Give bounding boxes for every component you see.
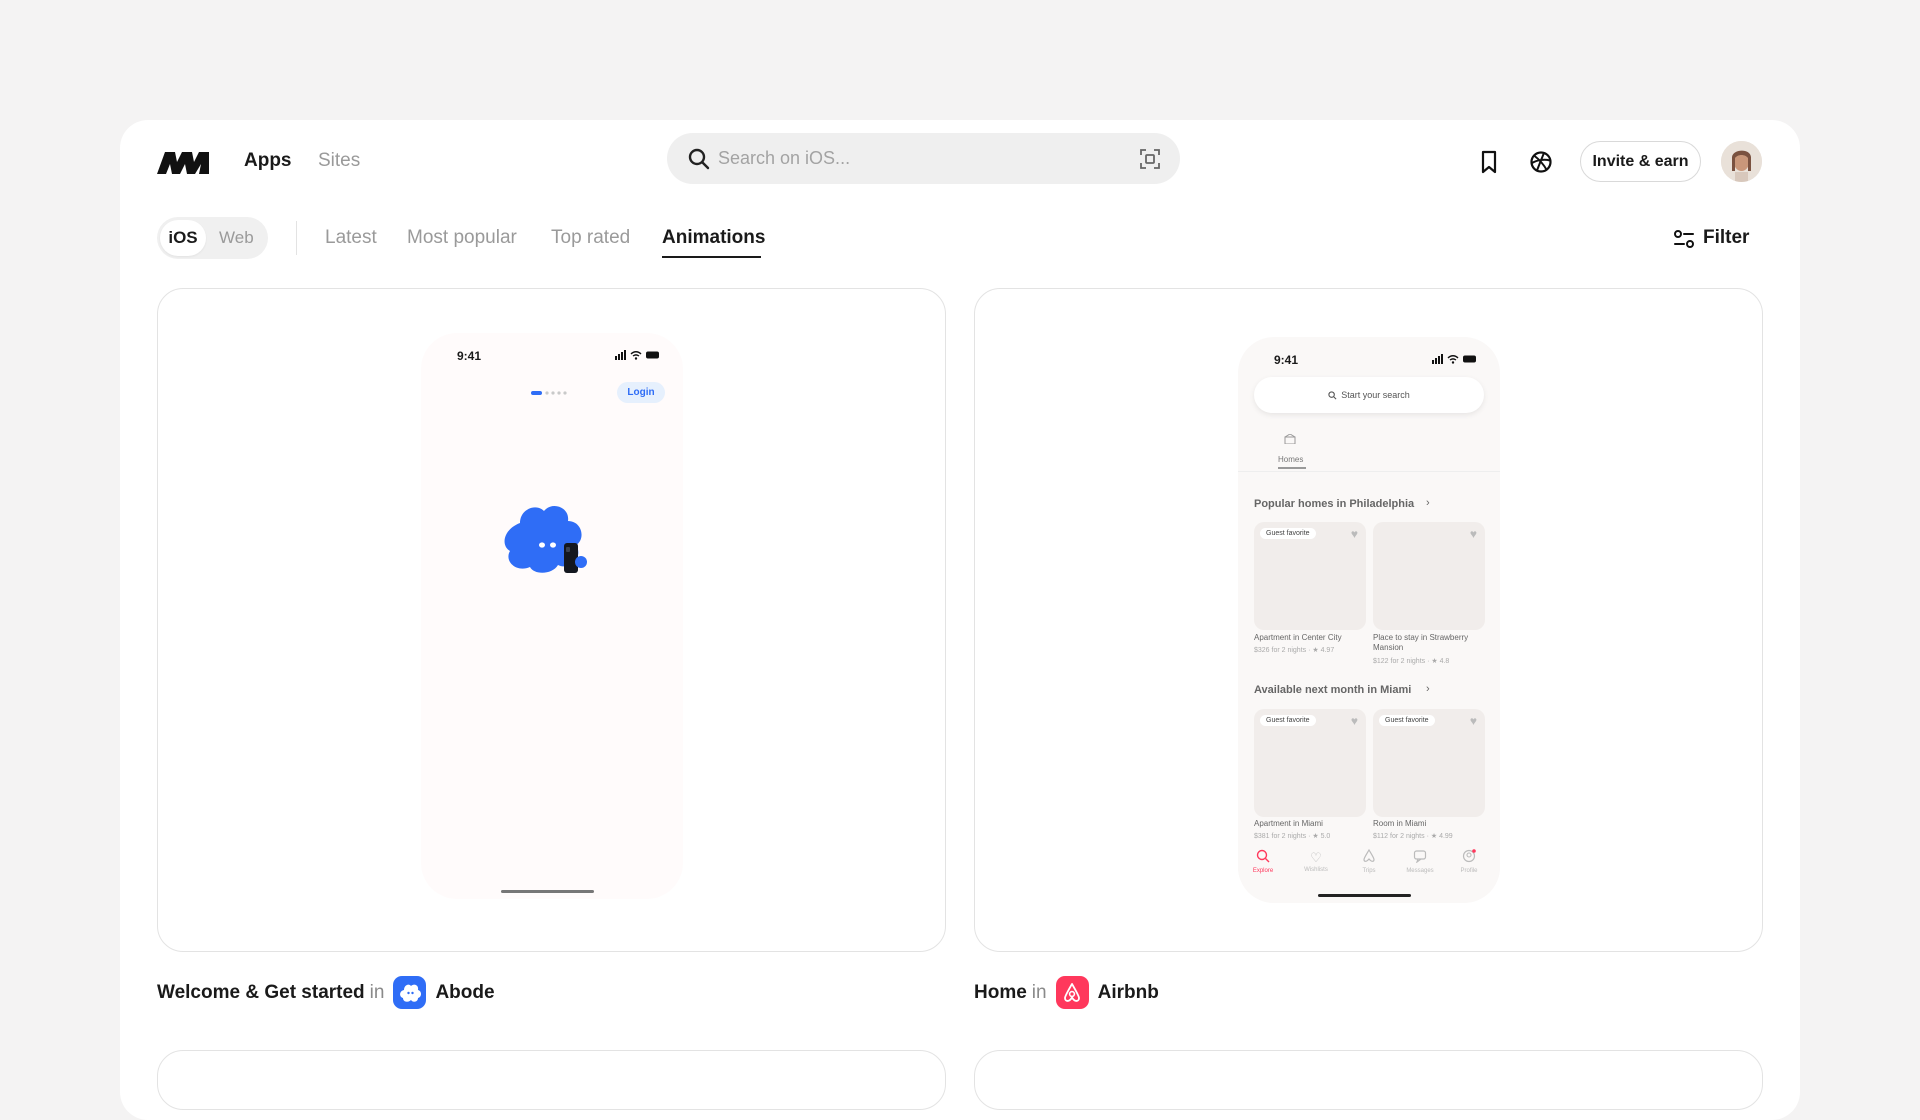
listing-meta: $326 for 2 nights · ★ 4.97 bbox=[1254, 647, 1335, 654]
divider bbox=[1238, 471, 1500, 472]
listing-name: Room in Miami bbox=[1373, 819, 1427, 828]
caption-in: in bbox=[1031, 981, 1047, 1003]
chevron-right-icon: › bbox=[1426, 497, 1430, 509]
chevron-right-icon: › bbox=[1426, 683, 1430, 695]
tabbar-explore: Explore bbox=[1246, 849, 1280, 874]
phone-preview: 9:41 Start your search Homes Popular hom… bbox=[1238, 337, 1500, 903]
status-time: 9:41 bbox=[1274, 353, 1299, 367]
guest-favorite-badge: Guest favorite bbox=[1379, 715, 1435, 726]
listing-image: ♥ bbox=[1373, 522, 1485, 630]
search-pill: Start your search bbox=[1254, 377, 1484, 413]
search-label: Start your search bbox=[1341, 390, 1410, 400]
home-indicator bbox=[501, 890, 594, 893]
heart-icon: ♥ bbox=[1350, 714, 1358, 728]
filter-button[interactable]: Filter bbox=[1703, 227, 1749, 249]
divider bbox=[296, 221, 297, 255]
mobbin-logo-icon[interactable] bbox=[157, 148, 209, 176]
airbnb-logo-icon bbox=[1363, 848, 1375, 862]
listing-name: Place to stay in Strawberry Mansion bbox=[1373, 633, 1469, 652]
dribbble-icon[interactable] bbox=[1527, 148, 1555, 176]
avatar[interactable] bbox=[1721, 141, 1762, 182]
listing-meta: $381 for 2 nights · ★ 5.0 bbox=[1254, 833, 1331, 840]
section-title-miami: Available next month in Miami bbox=[1254, 684, 1412, 696]
app-name[interactable]: Airbnb bbox=[1098, 982, 1159, 1004]
abode-app-icon bbox=[393, 976, 427, 1009]
tab-most-popular[interactable]: Most popular bbox=[407, 227, 517, 249]
search-icon bbox=[1328, 390, 1337, 399]
platform-toggle[interactable]: iOS Web bbox=[157, 217, 268, 259]
home-category-icon bbox=[1284, 434, 1296, 444]
card-caption-airbnb[interactable]: Home in Airbnb bbox=[974, 976, 1159, 1009]
listing-name: Apartment in Center City bbox=[1254, 633, 1342, 642]
screen-title: Home bbox=[974, 981, 1027, 1003]
filter-icon[interactable] bbox=[1673, 228, 1695, 250]
search-input[interactable]: Search on iOS... bbox=[718, 148, 850, 169]
phone-preview: 9:41 Login bbox=[421, 333, 683, 899]
search-icon bbox=[1256, 849, 1270, 863]
active-tab-indicator bbox=[662, 256, 761, 258]
status-time: 9:41 bbox=[457, 349, 482, 363]
heart-icon: ♥ bbox=[1469, 714, 1477, 728]
platform-ios[interactable]: iOS bbox=[160, 220, 206, 256]
listing-name: Apartment in Miami bbox=[1254, 819, 1323, 828]
tab-top-rated[interactable]: Top rated bbox=[551, 227, 630, 249]
tabbar-messages: Messages bbox=[1398, 849, 1442, 874]
screen-title: Welcome & Get started bbox=[157, 981, 365, 1003]
screen-card[interactable] bbox=[974, 1050, 1763, 1110]
status-icons bbox=[615, 350, 659, 360]
guest-favorite-badge: Guest favorite bbox=[1260, 528, 1316, 539]
message-icon bbox=[1413, 850, 1427, 864]
listing-image: Guest favorite ♥ bbox=[1254, 522, 1366, 630]
cloud-mascot-icon bbox=[504, 506, 587, 573]
platform-web[interactable]: Web bbox=[219, 228, 254, 248]
screen-card-airbnb[interactable]: 9:41 Start your search Homes Popular hom… bbox=[974, 288, 1763, 952]
category-homes: Homes bbox=[1278, 455, 1304, 464]
cloud-icon bbox=[400, 984, 421, 1002]
heart-icon: ♥ bbox=[1469, 527, 1477, 541]
guest-favorite-badge: Guest favorite bbox=[1260, 715, 1316, 726]
card-caption-abode[interactable]: Welcome & Get started in Abode bbox=[157, 976, 495, 1009]
app-name[interactable]: Abode bbox=[435, 982, 494, 1004]
heart-outline-icon: ♡ bbox=[1310, 850, 1322, 865]
image-search-icon[interactable] bbox=[1138, 147, 1162, 171]
listing-meta: $112 for 2 nights · ★ 4.99 bbox=[1373, 833, 1453, 840]
bookmark-icon[interactable] bbox=[1475, 148, 1503, 176]
search-bar[interactable]: Search on iOS... bbox=[667, 133, 1180, 184]
search-icon bbox=[688, 148, 710, 170]
login-button: Login bbox=[617, 382, 665, 403]
page-indicator bbox=[531, 391, 567, 395]
tabbar-profile: Profile bbox=[1452, 849, 1486, 874]
tabbar-trips: Trips bbox=[1351, 848, 1387, 874]
airbnb-logo-icon bbox=[1064, 982, 1080, 1002]
listing-image: Guest favorite ♥ bbox=[1254, 709, 1366, 817]
profile-icon bbox=[1462, 849, 1476, 863]
nav-apps[interactable]: Apps bbox=[244, 150, 292, 172]
category-underline bbox=[1278, 467, 1306, 469]
tabbar-wishlists: ♡ Wishlists bbox=[1304, 850, 1328, 873]
screen-card[interactable] bbox=[157, 1050, 946, 1110]
tab-animations[interactable]: Animations bbox=[662, 227, 765, 249]
heart-icon: ♥ bbox=[1350, 527, 1358, 541]
caption-in: in bbox=[369, 981, 385, 1003]
nav-sites[interactable]: Sites bbox=[318, 150, 360, 172]
avatar-photo-icon bbox=[1721, 141, 1762, 182]
airbnb-app-icon bbox=[1055, 976, 1089, 1009]
home-indicator bbox=[1318, 894, 1411, 897]
status-icons bbox=[1432, 354, 1476, 364]
listing-image: Guest favorite ♥ bbox=[1373, 709, 1485, 817]
screen-card-abode[interactable]: 9:41 Login bbox=[157, 288, 946, 952]
listing-meta: $122 for 2 nights · ★ 4.8 bbox=[1373, 658, 1450, 665]
invite-earn-button[interactable]: Invite & earn bbox=[1580, 141, 1701, 182]
section-title-philadelphia: Popular homes in Philadelphia bbox=[1254, 498, 1415, 510]
tab-latest[interactable]: Latest bbox=[325, 227, 377, 249]
